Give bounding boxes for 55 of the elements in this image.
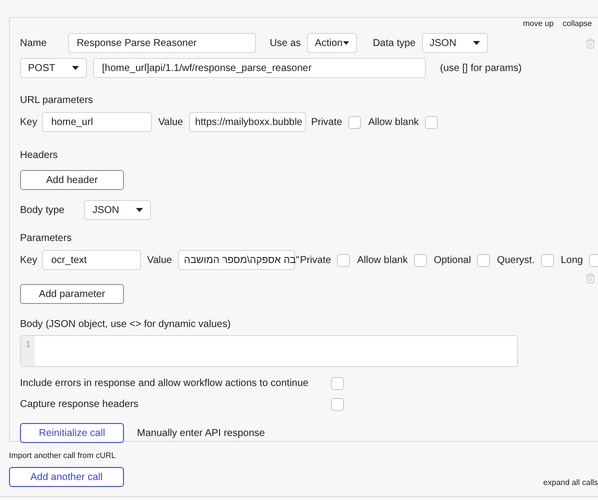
caret-icon	[136, 208, 144, 212]
body-type-dropdown[interactable]: JSON	[84, 200, 152, 220]
data-type-label: Data type	[372, 38, 416, 48]
delete-icon[interactable]	[585, 273, 596, 284]
section-title: URL parameters	[20, 94, 93, 106]
option-checkbox[interactable]	[337, 254, 350, 266]
setting-label: Capture response headers	[20, 398, 140, 412]
use-as-label: Use as	[270, 38, 301, 48]
option-checkbox[interactable]	[540, 254, 554, 266]
option-label: Private	[311, 116, 342, 128]
caret-icon	[342, 41, 349, 45]
header-link[interactable]: move up	[522, 19, 554, 31]
option-checkbox[interactable]	[348, 116, 362, 128]
option-checkbox[interactable]	[414, 254, 427, 266]
value-field[interactable]: https://mailyboxx.bubble	[189, 112, 306, 132]
reinitialize-button[interactable]: Reinitialize call	[20, 423, 124, 443]
option-label: Queryst.	[496, 254, 535, 266]
add-call-button[interactable]: Add another call	[9, 467, 124, 487]
option-label: Optional	[434, 254, 471, 266]
caret-icon	[72, 66, 79, 70]
delete-icon[interactable]	[585, 38, 596, 48]
option-label: Allow blank	[357, 254, 408, 266]
option-label: Allow blank	[368, 116, 419, 128]
value-label: Value	[147, 254, 172, 266]
method-dropdown[interactable]: POST	[20, 58, 87, 78]
setting-checkbox[interactable]	[331, 398, 344, 411]
key-field[interactable]: home_url	[42, 112, 152, 132]
section-title: Parameters	[20, 232, 72, 244]
body-label: Body (JSON object, use <> for dynamic values)	[20, 318, 231, 330]
use-as-dropdown[interactable]: Action	[306, 33, 357, 53]
add-header-button[interactable]: Add header	[20, 170, 124, 190]
section-title: Headers	[20, 150, 58, 160]
url-field[interactable]: [home_url]api/1.1/wf/response_parse_reasoner	[93, 58, 426, 78]
option-checkbox[interactable]	[424, 116, 438, 128]
setting-label: Include errors in response and allow workflow actions to continue	[20, 376, 310, 390]
value-label: Value	[158, 116, 184, 128]
name-label: Name	[20, 38, 47, 48]
header-link[interactable]: collapse	[562, 19, 592, 31]
import-curl-link[interactable]: Import another call from cURL	[9, 451, 116, 460]
setting-checkbox[interactable]	[331, 377, 344, 390]
expand-all-link[interactable]: expand all calls	[543, 478, 598, 487]
line-number: 1	[21, 336, 35, 366]
key-label: Key	[20, 116, 38, 128]
url-hint: (use [] for params)	[440, 62, 522, 74]
body-type-label: Body type	[20, 204, 64, 216]
manual-response-link[interactable]: Manually enter API response	[137, 428, 265, 438]
caret-icon	[472, 41, 480, 45]
name-field[interactable]: Response Parse Reasoner	[68, 33, 256, 53]
key-field[interactable]: ocr_text	[42, 250, 142, 270]
key-label: Key	[20, 254, 38, 266]
option-label: Private	[300, 254, 332, 266]
option-checkbox[interactable]	[476, 254, 490, 266]
add-parameter-button[interactable]: Add parameter	[20, 284, 124, 304]
option-label: Long	[560, 254, 583, 266]
data-type-dropdown[interactable]: JSON	[422, 33, 488, 53]
